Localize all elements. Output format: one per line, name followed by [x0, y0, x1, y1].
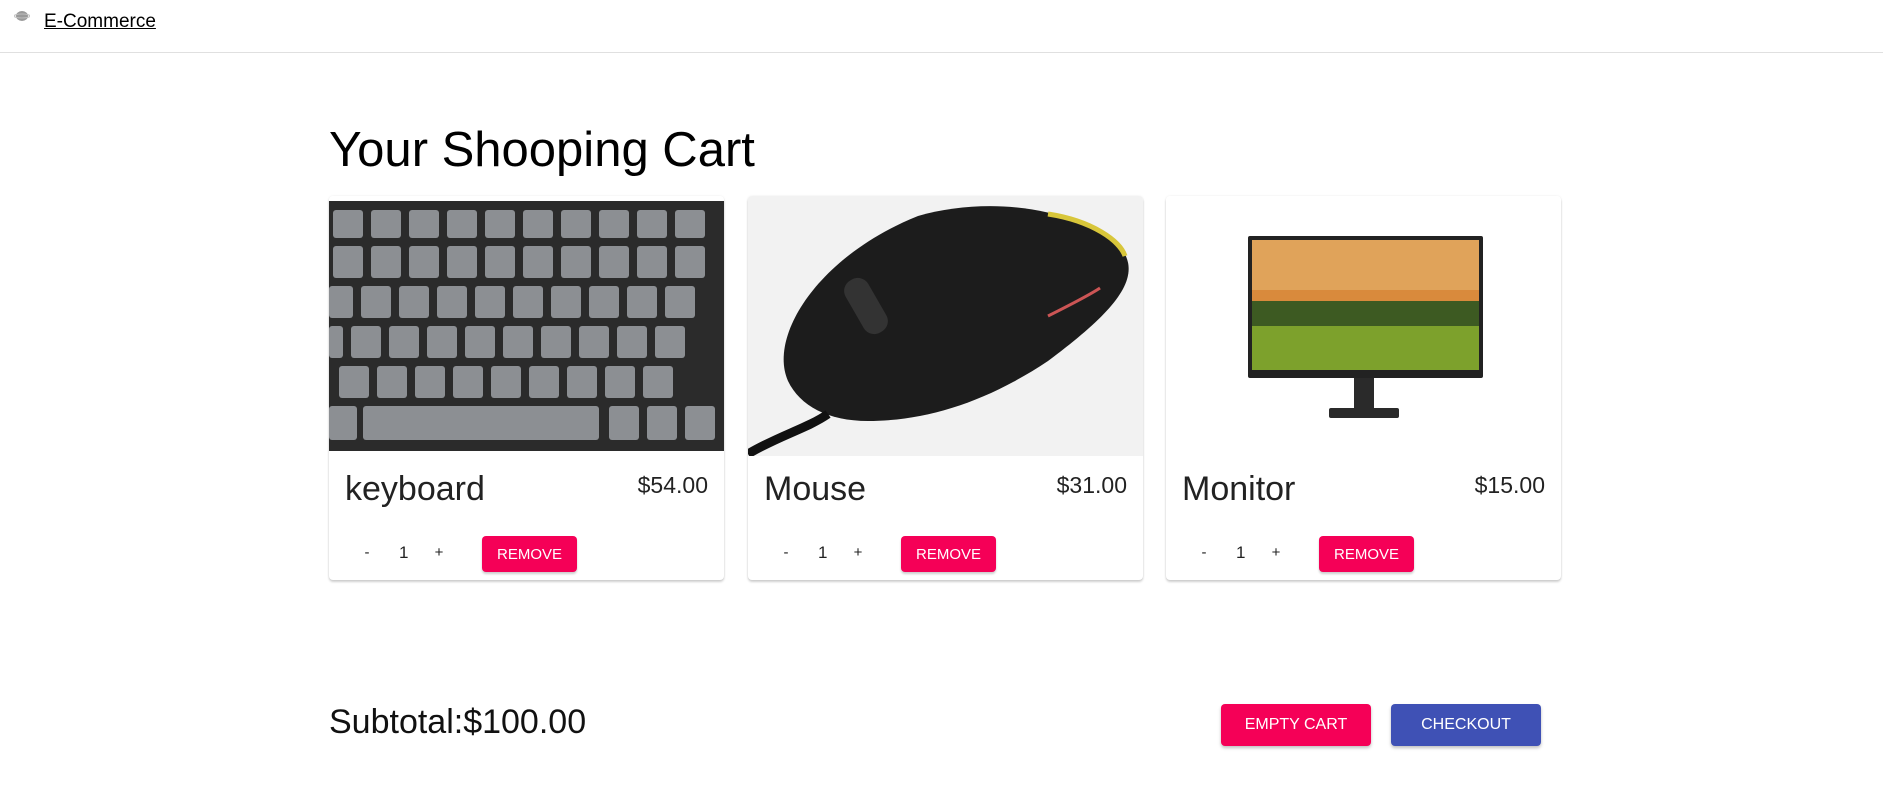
- app-header: E-Commerce: [0, 0, 1883, 53]
- remove-item-button[interactable]: REMOVE: [1319, 536, 1414, 572]
- increase-quantity-button[interactable]: +: [1264, 541, 1288, 565]
- page-title: Your Shooping Cart: [329, 123, 755, 177]
- item-name: Mouse: [764, 470, 867, 508]
- cart-item-card: Mouse $31.00 - 1 + REMOVE: [748, 196, 1143, 580]
- checkout-button[interactable]: CHECKOUT: [1391, 704, 1541, 746]
- item-name: Monitor: [1182, 470, 1296, 508]
- increase-quantity-button[interactable]: +: [846, 541, 870, 565]
- empty-cart-button[interactable]: EMPTY CART: [1221, 704, 1371, 746]
- monitor-image: [1166, 196, 1561, 456]
- cart-item-card: keyboard $54.00 - 1 + REMOVE: [329, 196, 724, 580]
- keyboard-image: [329, 196, 724, 456]
- item-price: $31.00: [1056, 472, 1127, 498]
- item-name: keyboard: [345, 470, 485, 508]
- decrease-quantity-button[interactable]: -: [355, 541, 379, 565]
- remove-item-button[interactable]: REMOVE: [482, 536, 577, 572]
- mouse-image: [748, 196, 1143, 456]
- subtotal: Subtotal:$100.00: [329, 703, 587, 741]
- planet-logo-icon: [14, 10, 30, 22]
- decrease-quantity-button[interactable]: -: [1192, 541, 1216, 565]
- brand-link[interactable]: E-Commerce: [44, 11, 156, 33]
- item-quantity: 1: [1236, 543, 1246, 562]
- item-quantity: 1: [818, 543, 828, 562]
- cart-item-card: Monitor $15.00 - 1 + REMOVE: [1166, 196, 1561, 580]
- item-quantity: 1: [399, 543, 409, 562]
- item-price: $15.00: [1474, 472, 1545, 498]
- item-price: $54.00: [637, 472, 708, 498]
- decrease-quantity-button[interactable]: -: [774, 541, 798, 565]
- increase-quantity-button[interactable]: +: [427, 541, 451, 565]
- remove-item-button[interactable]: REMOVE: [901, 536, 996, 572]
